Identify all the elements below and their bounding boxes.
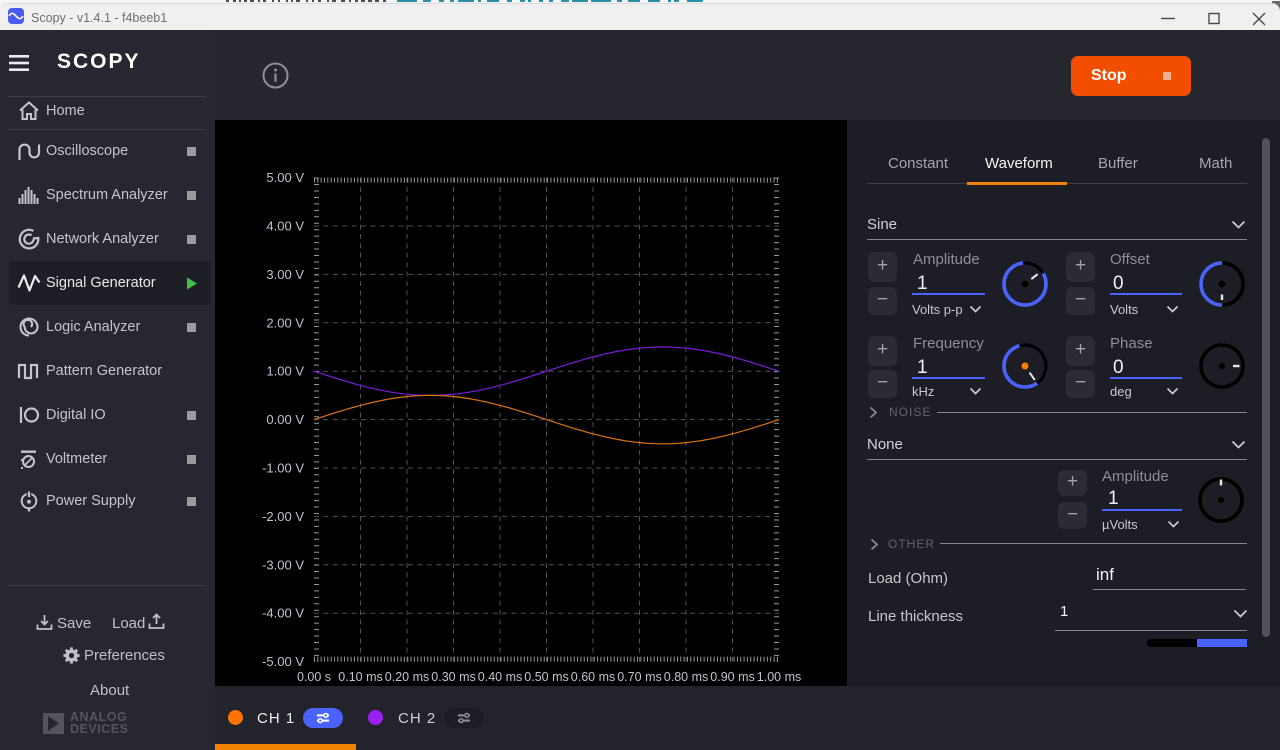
svg-text:-1.00 V: -1.00 V <box>262 461 304 476</box>
svg-text:0.20 ms: 0.20 ms <box>385 670 429 684</box>
svg-text:4.00 V: 4.00 V <box>266 219 304 234</box>
svg-text:0.00 s: 0.00 s <box>297 670 331 684</box>
svg-text:0.00 V: 0.00 V <box>266 412 304 427</box>
svg-text:0.90 ms: 0.90 ms <box>710 670 754 684</box>
svg-text:0.10 ms: 0.10 ms <box>338 670 382 684</box>
svg-text:-2.00 V: -2.00 V <box>262 509 304 524</box>
svg-text:0.70 ms: 0.70 ms <box>617 670 661 684</box>
svg-text:3.00 V: 3.00 V <box>266 267 304 282</box>
svg-text:2.00 V: 2.00 V <box>266 315 304 330</box>
svg-text:-5.00 V: -5.00 V <box>262 654 304 669</box>
svg-text:0.50 ms: 0.50 ms <box>524 670 568 684</box>
svg-text:1.00 V: 1.00 V <box>266 364 304 379</box>
svg-text:0.40 ms: 0.40 ms <box>478 670 522 684</box>
svg-text:1.00 ms: 1.00 ms <box>757 670 801 684</box>
svg-text:0.80 ms: 0.80 ms <box>664 670 708 684</box>
svg-text:-3.00 V: -3.00 V <box>262 557 304 572</box>
svg-text:0.60 ms: 0.60 ms <box>571 670 615 684</box>
svg-text:5.00 V: 5.00 V <box>266 170 304 185</box>
svg-text:0.30 ms: 0.30 ms <box>431 670 475 684</box>
svg-text:-4.00 V: -4.00 V <box>262 606 304 621</box>
